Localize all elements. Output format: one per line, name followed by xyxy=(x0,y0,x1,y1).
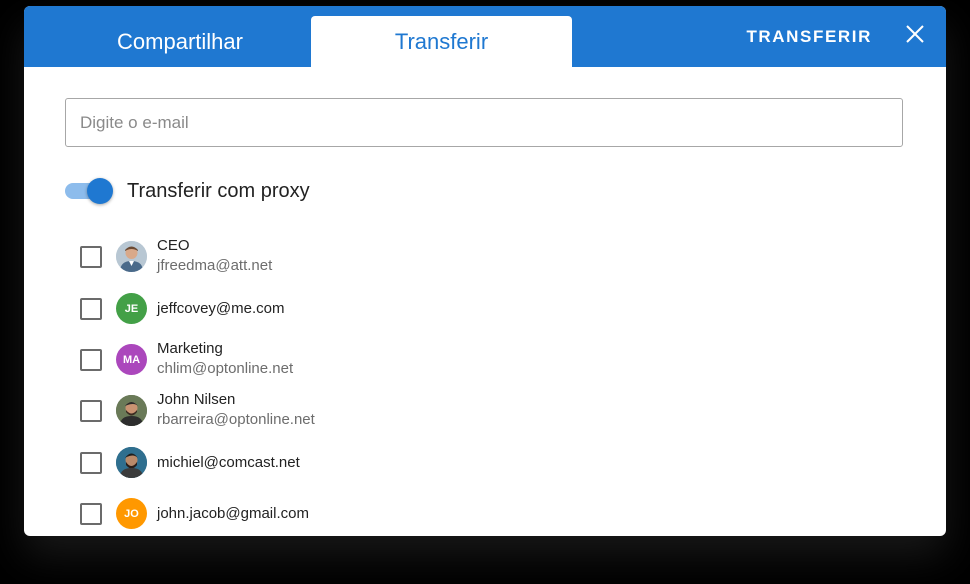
contact-name: CEO xyxy=(157,237,190,254)
contact-checkbox[interactable] xyxy=(80,503,102,525)
contact-checkbox[interactable] xyxy=(80,246,102,268)
close-icon[interactable] xyxy=(904,23,926,45)
contact-checkbox[interactable] xyxy=(80,400,102,422)
tab-transfer[interactable]: Transferir xyxy=(311,16,572,67)
transfer-dialog: Compartilhar Transferir TRANSFERIR Trans… xyxy=(24,6,946,536)
avatar xyxy=(116,447,147,478)
contact-checkbox[interactable] xyxy=(80,298,102,320)
contact-item: JO john.jacob@gmail.com xyxy=(24,489,946,536)
contact-email: jfreedma@att.net xyxy=(157,257,273,274)
contact-item: michiel@comcast.net xyxy=(24,438,946,488)
proxy-toggle[interactable] xyxy=(65,178,113,204)
contact-name: Marketing xyxy=(157,340,223,357)
contact-email: rbarreira@optonline.net xyxy=(157,411,315,428)
email-input[interactable] xyxy=(65,98,903,147)
contact-email: chlim@optonline.net xyxy=(157,360,294,377)
contact-item: MA Marketing chlim@optonline.net xyxy=(24,335,946,385)
tab-share[interactable]: Compartilhar xyxy=(50,16,310,67)
avatar: JO xyxy=(116,498,147,529)
avatar: JE xyxy=(116,293,147,324)
contact-name: John Nilsen xyxy=(157,391,236,408)
contact-email: jeffcovey@me.com xyxy=(157,300,285,317)
contact-text: John Nilsen rbarreira@optonline.net xyxy=(157,390,315,430)
contact-checkbox[interactable] xyxy=(80,349,102,371)
avatar-initials: MA xyxy=(122,353,141,366)
contact-checkbox[interactable] xyxy=(80,452,102,474)
avatar xyxy=(116,395,147,426)
dialog-header: Compartilhar Transferir TRANSFERIR xyxy=(24,6,946,67)
tab-share-label: Compartilhar xyxy=(117,28,243,54)
transfer-button[interactable]: TRANSFERIR xyxy=(746,24,872,50)
toggle-knob xyxy=(87,178,113,204)
proxy-toggle-label: Transferir com proxy xyxy=(127,179,310,202)
contact-item: John Nilsen rbarreira@optonline.net xyxy=(24,386,946,436)
contact-text: john.jacob@gmail.com xyxy=(157,504,309,524)
contact-item: CEO jfreedma@att.net xyxy=(24,232,946,282)
contact-email: michiel@comcast.net xyxy=(157,454,300,471)
tab-transfer-label: Transferir xyxy=(394,28,489,54)
contact-text: CEO jfreedma@att.net xyxy=(157,236,272,276)
avatar-initials: JE xyxy=(124,302,139,315)
contact-text: Marketing chlim@optonline.net xyxy=(157,339,293,379)
avatar xyxy=(116,241,147,272)
contact-email: john.jacob@gmail.com xyxy=(157,505,309,522)
contact-text: michiel@comcast.net xyxy=(157,453,300,473)
avatar-initials: JO xyxy=(124,507,139,520)
contact-text: jeffcovey@me.com xyxy=(157,299,285,319)
avatar: MA xyxy=(116,344,147,375)
contact-item: JE jeffcovey@me.com xyxy=(24,284,946,334)
proxy-toggle-row: Transferir com proxy xyxy=(65,176,310,206)
